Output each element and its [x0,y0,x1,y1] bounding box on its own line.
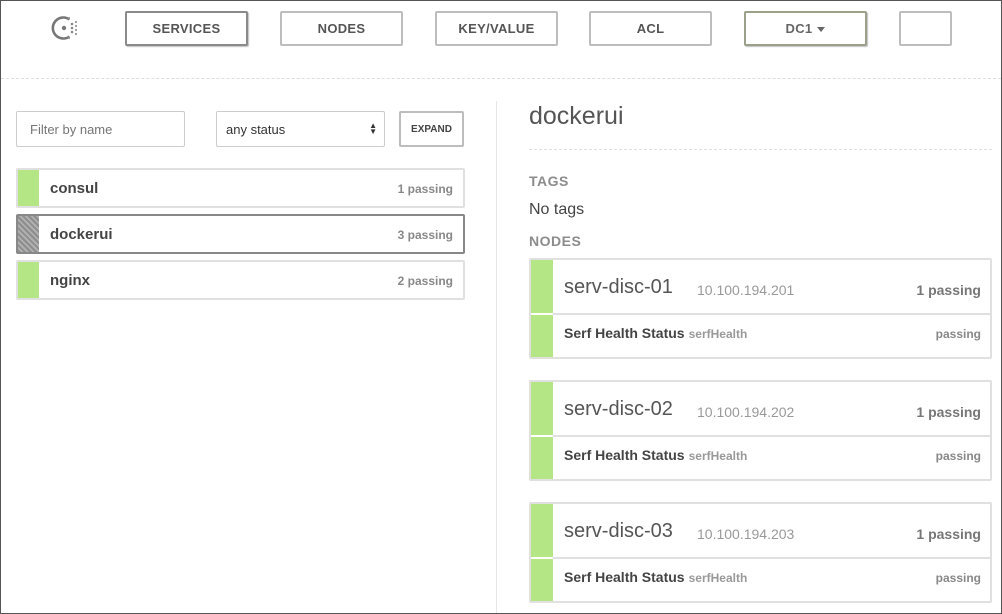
tags-value: No tags [529,201,585,218]
node-check-count: 1 passing [916,404,981,420]
node-address: 10.100.194.202 [697,404,795,420]
service-status-bar [18,216,39,252]
status-select[interactable]: any status ▲ ▼ [216,111,385,147]
node-card-serv-disc-03[interactable]: serv-disc-03 10.100.194.203 1 passing Se… [529,502,992,603]
node-card-serv-disc-01[interactable]: serv-disc-01 10.100.194.201 1 passing Se… [529,258,992,359]
health-check-row: Serf Health Status serfHealth [564,569,747,585]
node-status-bar [531,504,553,601]
top-navigation: SERVICES NODES KEY/VALUE ACL DC1 [1,1,1001,79]
node-check-count: 1 passing [916,526,981,542]
filter-by-name-input[interactable] [16,111,185,147]
node-address: 10.100.194.203 [697,526,795,542]
service-name: nginx [50,272,90,289]
service-check-count: 3 passing [397,228,453,242]
service-item-dockerui[interactable]: dockerui 3 passing [16,214,465,254]
app-window: SERVICES NODES KEY/VALUE ACL DC1 any sta… [0,0,1002,614]
health-check-id: serfHealth [688,571,748,585]
node-name[interactable]: serv-disc-03 [564,520,673,543]
nav-nodes-button[interactable]: NODES [280,11,403,46]
expand-button[interactable]: EXPAND [399,111,464,147]
nav-acl-button[interactable]: ACL [589,11,712,46]
health-check-status: passing [935,571,981,585]
service-status-bar [18,262,39,298]
health-check-status: passing [935,327,981,341]
service-item-nginx[interactable]: nginx 2 passing [16,260,465,300]
health-check-id: serfHealth [688,449,748,463]
datacenter-label: DC1 [785,21,813,36]
select-arrows-icon: ▲ ▼ [369,121,377,136]
node-status-bar [531,382,553,479]
node-check-count: 1 passing [916,282,981,298]
node-name[interactable]: serv-disc-01 [564,276,673,299]
node-name[interactable]: serv-disc-02 [564,398,673,421]
health-check-id: serfHealth [688,327,748,341]
consul-logo-icon[interactable] [47,11,81,45]
service-detail-title: dockerui [529,102,624,130]
health-check-name: Serf Health Status [564,447,685,463]
health-check-row: Serf Health Status serfHealth [564,325,747,341]
datacenter-dropdown[interactable]: DC1 [744,11,867,46]
panel-divider [496,101,497,613]
nodes-heading: NODES [529,233,582,249]
tags-heading: TAGS [529,173,569,189]
service-name: consul [50,180,99,197]
health-check-name: Serf Health Status [564,569,685,585]
health-check-row: Serf Health Status serfHealth [564,447,747,463]
health-check-name: Serf Health Status [564,325,685,341]
status-select-value: any status [226,121,286,137]
node-status-bar [531,260,553,357]
service-check-count: 1 passing [397,182,453,196]
nav-extra-button[interactable] [899,11,952,46]
title-divider [529,149,992,150]
node-card-serv-disc-02[interactable]: serv-disc-02 10.100.194.202 1 passing Se… [529,380,992,481]
nav-services-button[interactable]: SERVICES [125,11,248,46]
caret-down-icon [817,27,826,32]
health-check-status: passing [935,449,981,463]
nav-key-value-button[interactable]: KEY/VALUE [435,11,558,46]
service-check-count: 2 passing [397,274,453,288]
service-item-consul[interactable]: consul 1 passing [16,168,465,208]
service-status-bar [18,170,39,206]
service-name: dockerui [50,226,113,243]
node-address: 10.100.194.201 [697,282,795,298]
